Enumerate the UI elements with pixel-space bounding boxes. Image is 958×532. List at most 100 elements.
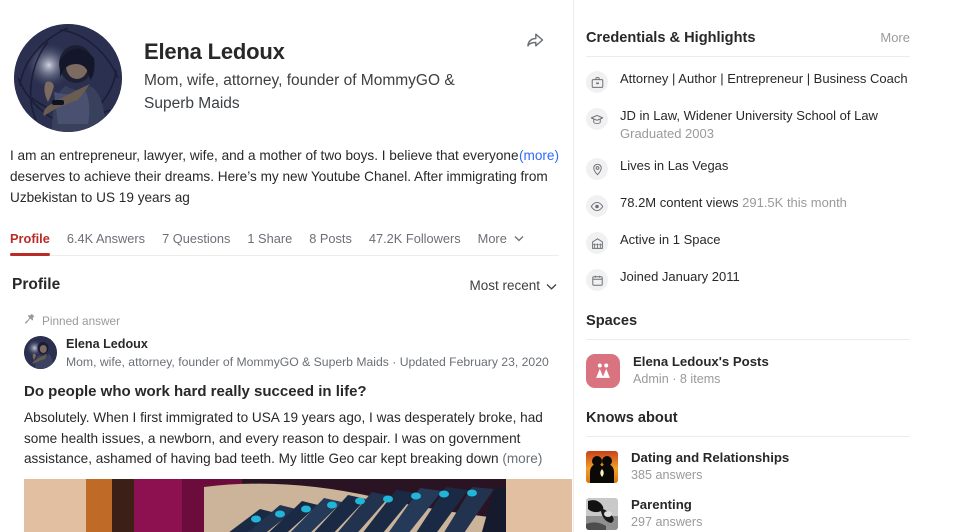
bio-text: I am an entrepreneur, lawyer, wife, and … [10, 148, 548, 205]
avatar-image [14, 24, 122, 132]
credential-main: Joined January 2011 [620, 269, 740, 284]
knows-about-title: Knows about [586, 410, 910, 437]
credential-item-location[interactable]: Lives in Las Vegas [586, 157, 910, 180]
topic-name: Parenting [631, 497, 692, 512]
topic-meta: 297 answers [631, 515, 703, 529]
credential-item-spaces[interactable]: Active in 1 Space [586, 231, 910, 254]
answer-more-link[interactable]: (more) [502, 451, 542, 466]
space-people-icon [586, 353, 620, 388]
tab-label: More [477, 231, 507, 246]
parenting-photo-thumb [586, 497, 618, 530]
credential-main: JD in Law, Widener University School of … [620, 108, 878, 123]
credential-main: Attorney | Author | Entrepreneur | Busin… [620, 71, 908, 86]
tab-answers[interactable]: 6.4K Answers [67, 231, 145, 255]
credentials-title: Credentials & Highlights [586, 30, 756, 46]
share-button[interactable] [521, 26, 549, 54]
credential-muted: 291.5K this month [742, 195, 847, 210]
author-info: Elena Ledoux Mom, wife, attorney, founde… [66, 336, 549, 371]
content-section-bar: Profile Most recent [10, 276, 559, 294]
sort-label: Most recent [469, 277, 540, 293]
chevron-down-icon [546, 278, 557, 293]
credentials-header: Credentials & Highlights More [586, 30, 910, 57]
profile-tagline: Mom, wife, attorney, founder of MommyGO … [144, 72, 455, 112]
tab-followers[interactable]: 47.2K Followers [369, 231, 461, 255]
answer-author-row: Elena Ledoux Mom, wife, attorney, founde… [12, 336, 557, 371]
calendar-icon [586, 269, 608, 291]
spaces-icon [586, 232, 608, 254]
credential-text: Active in 1 Space [620, 231, 720, 249]
answer-body-text: Absolutely. When I first immigrated to U… [24, 410, 543, 466]
page-title: Elena Ledoux [144, 39, 285, 64]
tab-questions[interactable]: 7 Questions [162, 231, 230, 255]
credentials-more-link[interactable]: More [880, 30, 910, 45]
eye-icon [586, 195, 608, 217]
briefcase-icon [586, 71, 608, 93]
topic-name: Dating and Relationships [631, 450, 790, 465]
profile-name-block: Elena Ledoux Mom, wife, attorney, founde… [144, 24, 504, 132]
knows-about-section: Knows about Dating and Relationships 385… [586, 410, 910, 532]
spaces-section: Spaces Elena Ledoux's Posts Admin · 8 it… [586, 313, 910, 388]
credential-main: Active in 1 Space [620, 232, 721, 247]
topic-info: Dating and Relationships 385 answers [631, 449, 789, 484]
credential-text: Joined January 2011 [620, 268, 740, 286]
tab-label: 7 Questions [162, 231, 231, 246]
section-title: Profile [12, 276, 61, 293]
location-pin-icon [586, 158, 608, 180]
tab-profile[interactable]: Profile [10, 231, 50, 256]
tab-label: 6.4K Answers [66, 231, 146, 246]
pinned-answer-label: Pinned answer [24, 313, 557, 329]
credential-item-education[interactable]: JD in Law, Widener University School of … [586, 107, 910, 143]
bio-more-link[interactable]: (more) [519, 145, 559, 166]
books-photo [24, 478, 572, 532]
author-meta: Mom, wife, attorney, founder of MommyGO … [66, 355, 549, 369]
credential-text: Lives in Las Vegas [620, 157, 728, 175]
graduation-cap-icon [586, 108, 608, 130]
answer-image[interactable] [24, 478, 572, 532]
sidebar-column: Credentials & Highlights More Attorney |… [574, 0, 958, 532]
credential-item-joined[interactable]: Joined January 2011 [586, 268, 910, 291]
avatar-image [24, 336, 57, 369]
credential-muted: Graduated 2003 [620, 126, 714, 141]
pin-icon [24, 313, 35, 329]
topic-list-item[interactable]: Dating and Relationships 385 answers [586, 449, 910, 484]
space-info: Elena Ledoux's Posts Admin · 8 items [633, 353, 769, 388]
topic-meta: 385 answers [631, 468, 703, 482]
space-name: Elena Ledoux's Posts [633, 354, 769, 369]
tab-label: Profile [10, 231, 50, 246]
quora-profile-page: Elena Ledoux Mom, wife, attorney, founde… [0, 0, 958, 532]
profile-avatar[interactable] [14, 24, 122, 132]
credential-text: Attorney | Author | Entrepreneur | Busin… [620, 70, 908, 88]
author-avatar[interactable] [24, 336, 57, 369]
main-content-column: Elena Ledoux Mom, wife, attorney, founde… [0, 0, 574, 532]
profile-header: Elena Ledoux Mom, wife, attorney, founde… [10, 0, 559, 132]
sort-dropdown[interactable]: Most recent [469, 278, 557, 293]
tab-more[interactable]: More [478, 230, 525, 255]
tab-posts[interactable]: 8 Posts [309, 231, 352, 255]
pinned-text: Pinned answer [42, 314, 121, 328]
credentials-list: Attorney | Author | Entrepreneur | Busin… [586, 70, 910, 291]
answer-question-title[interactable]: Do people who work hard really succeed i… [24, 382, 557, 402]
credential-text: JD in Law, Widener University School of … [620, 107, 910, 143]
couple-silhouette-thumb [586, 450, 618, 483]
credential-main: Lives in Las Vegas [620, 158, 729, 173]
profile-tabs: Profile 6.4K Answers 7 Questions 1 Share… [10, 222, 559, 256]
space-list-item[interactable]: Elena Ledoux's Posts Admin · 8 items [586, 353, 910, 388]
space-meta: Admin · 8 items [633, 372, 721, 386]
tab-label: 47.2K Followers [368, 231, 461, 246]
tab-label: 8 Posts [309, 231, 352, 246]
profile-bio: (more) I am an entrepreneur, lawyer, wif… [10, 145, 559, 208]
answer-body: Absolutely. When I first immigrated to U… [24, 408, 557, 470]
credential-main: 78.2M content views [620, 195, 743, 210]
spaces-title: Spaces [586, 313, 910, 340]
tab-shares[interactable]: 1 Share [247, 231, 292, 255]
topic-info: Parenting 297 answers [631, 496, 702, 531]
credential-text: 78.2M content views 291.5K this month [620, 194, 847, 212]
chevron-down-icon [514, 230, 524, 245]
credential-item-views[interactable]: 78.2M content views 291.5K this month [586, 194, 910, 217]
tab-label: 1 Share [247, 231, 293, 246]
topic-list-item[interactable]: Parenting 297 answers [586, 496, 910, 531]
author-name[interactable]: Elena Ledoux [66, 336, 549, 352]
credential-item-occupation[interactable]: Attorney | Author | Entrepreneur | Busin… [586, 70, 910, 93]
answer-card: Pinned answer Elena Ledoux Mom, wife, at… [10, 313, 572, 532]
share-arrow-icon [527, 33, 544, 47]
